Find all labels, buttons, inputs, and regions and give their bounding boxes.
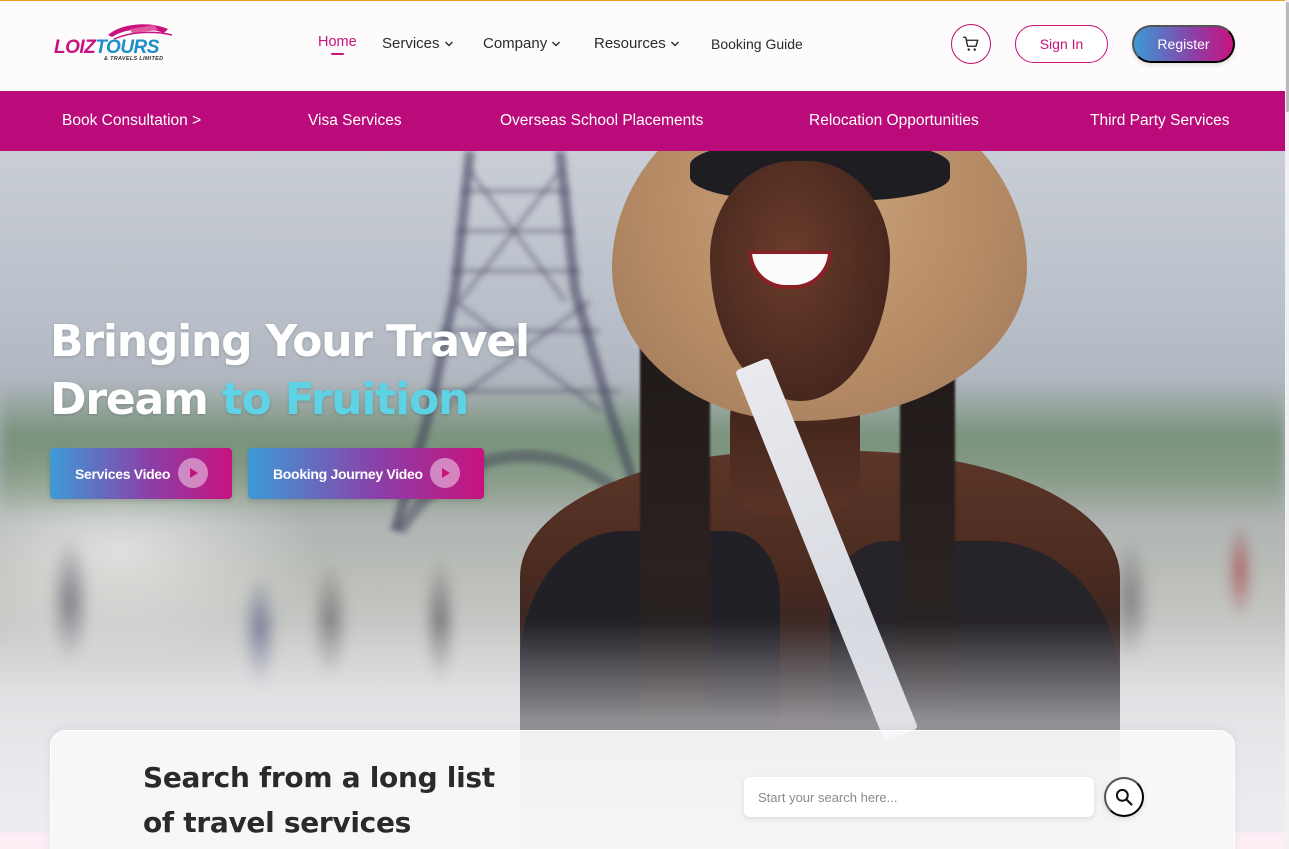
search-icon bbox=[1115, 788, 1133, 806]
chevron-down-icon bbox=[444, 41, 453, 46]
brand-logo[interactable]: LOIZTOURS & TRAVELS LIMITED bbox=[52, 21, 184, 67]
services-video-button[interactable]: Services Video bbox=[50, 448, 232, 499]
chevron-down-icon bbox=[552, 41, 561, 46]
nav-item-services[interactable]: Services bbox=[382, 35, 454, 52]
play-icon bbox=[430, 458, 460, 488]
booking-journey-video-label: Booking Journey Video bbox=[273, 465, 423, 482]
search-input[interactable] bbox=[744, 777, 1094, 817]
nav-item-booking-guide[interactable]: Booking Guide bbox=[711, 36, 803, 52]
search-button[interactable] bbox=[1104, 777, 1144, 817]
services-video-label: Services Video bbox=[75, 465, 171, 482]
nav-item-label: Services bbox=[382, 35, 440, 52]
search-heading: Search from a long list of travel servic… bbox=[143, 755, 503, 845]
cart-icon bbox=[962, 36, 979, 51]
subnav-item-book-consultation[interactable]: Book Consultation > bbox=[62, 112, 201, 130]
nav-item-label: Company bbox=[483, 35, 548, 52]
search-heading-line-1: Search from a long list bbox=[143, 761, 495, 794]
booking-journey-video-button[interactable]: Booking Journey Video bbox=[248, 448, 484, 499]
subnav-item-overseas-school-placements[interactable]: Overseas School Placements bbox=[500, 112, 703, 130]
search-card: Search from a long list of travel servic… bbox=[50, 730, 1235, 849]
chevron-down-icon bbox=[670, 41, 679, 46]
nav-item-company[interactable]: Company bbox=[483, 35, 561, 52]
logo-word-tours: TOURS bbox=[95, 37, 159, 58]
section-background-strip bbox=[0, 833, 50, 849]
hero-title-accent: to Fruition bbox=[221, 374, 470, 425]
logo-word-loiz: LOIZ bbox=[54, 37, 96, 58]
nav-item-resources[interactable]: Resources bbox=[594, 35, 680, 52]
site-header: LOIZTOURS & TRAVELS LIMITED Home Service… bbox=[0, 1, 1285, 91]
nav-item-label: Resources bbox=[594, 35, 666, 52]
nav-item-home[interactable]: Home bbox=[318, 34, 357, 50]
subnav-item-visa-services[interactable]: Visa Services bbox=[308, 112, 402, 130]
hero-title-line-2: Dream bbox=[50, 374, 222, 425]
register-button[interactable]: Register bbox=[1132, 25, 1235, 63]
nav-item-label: Home bbox=[318, 34, 357, 50]
section-background-strip bbox=[1235, 833, 1289, 849]
hero-title: Bringing Your Travel Dream to Fruition bbox=[50, 313, 570, 429]
service-subnav: Book Consultation > Visa Services Overse… bbox=[0, 91, 1285, 151]
sign-in-button[interactable]: Sign In bbox=[1015, 25, 1108, 63]
logo-tagline: & TRAVELS LIMITED bbox=[104, 56, 164, 62]
play-icon bbox=[178, 458, 208, 488]
page-scrollbar-track[interactable] bbox=[1285, 0, 1289, 849]
subnav-item-relocation-opportunities[interactable]: Relocation Opportunities bbox=[809, 112, 979, 130]
hero-title-line-1: Bringing Your Travel bbox=[50, 316, 530, 367]
subnav-item-third-party-services[interactable]: Third Party Services bbox=[1090, 112, 1230, 130]
nav-item-label: Booking Guide bbox=[711, 36, 803, 52]
nav-active-indicator bbox=[331, 53, 344, 55]
cart-button[interactable] bbox=[951, 24, 991, 64]
search-heading-line-2: of travel services bbox=[143, 806, 412, 839]
